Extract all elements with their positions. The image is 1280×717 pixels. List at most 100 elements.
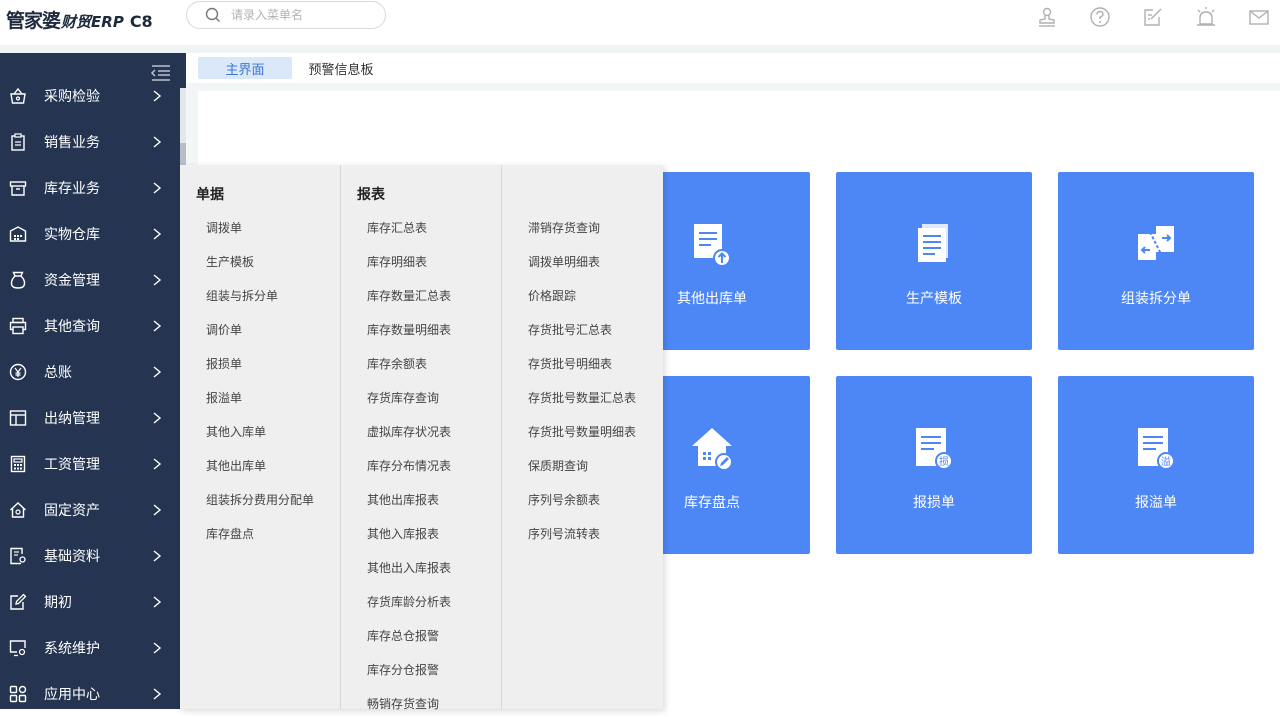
chevron-right-icon xyxy=(153,90,162,102)
menu-column-title: 单据 xyxy=(196,187,224,203)
edit-icon[interactable] xyxy=(1142,6,1164,28)
sidebar-item-purchase[interactable]: 采购检验 xyxy=(0,73,180,119)
sidebar-item-sales[interactable]: 销售业务 xyxy=(0,119,180,165)
doc-overflow-icon: 溢 xyxy=(1138,428,1175,470)
doc-upload-icon xyxy=(694,224,731,267)
tile-loss-report[interactable]: 损 报损单 xyxy=(836,376,1032,554)
menu-item[interactable]: 库存总仓报警 xyxy=(367,627,439,644)
menu-item[interactable]: 其他入库单 xyxy=(206,423,266,440)
sidebar-item-cashier[interactable]: 出纳管理 xyxy=(0,395,180,441)
monitor-settings-icon xyxy=(9,640,26,657)
menu-item[interactable]: 存货批号明细表 xyxy=(528,355,612,372)
menu-item[interactable]: 序列号流转表 xyxy=(528,525,600,542)
menu-item[interactable]: 存货批号汇总表 xyxy=(528,321,612,338)
menu-item[interactable]: 存货库存查询 xyxy=(367,389,439,406)
menu-item[interactable]: 报损单 xyxy=(206,355,242,372)
chevron-right-icon xyxy=(153,412,162,424)
sidebar-item-label: 工资管理 xyxy=(44,457,100,473)
edit-box-icon xyxy=(10,593,27,610)
menu-column-documents: 单据 调拨单 生产模板 组装与拆分单 调价单 报损单 报溢单 其他入库单 其他出… xyxy=(180,165,341,709)
help-icon[interactable] xyxy=(1089,6,1111,28)
search-icon xyxy=(205,7,220,22)
top-bar: 管家婆 财贸ERP C8 xyxy=(0,0,1280,45)
menu-item[interactable]: 组装拆分费用分配单 xyxy=(206,491,314,508)
sidebar-item-fixed-assets[interactable]: 固定资产 xyxy=(0,487,180,533)
warehouse-icon xyxy=(9,226,27,242)
menu-item[interactable]: 库存数量汇总表 xyxy=(367,287,451,304)
sidebar-item-warehouse[interactable]: 实物仓库 xyxy=(0,211,180,257)
chevron-right-icon xyxy=(153,504,162,516)
menu-item[interactable]: 报溢单 xyxy=(206,389,242,406)
menu-item[interactable]: 其他出入库报表 xyxy=(367,559,451,576)
menu-item[interactable]: 其他出库报表 xyxy=(367,491,439,508)
tile-overflow-report[interactable]: 溢 报溢单 xyxy=(1058,376,1254,554)
sidebar-item-other-query[interactable]: 其他查询 xyxy=(0,303,180,349)
app-logo: 管家婆 财贸ERP C8 xyxy=(6,6,153,32)
chevron-right-icon xyxy=(153,136,162,148)
sidebar-item-label: 采购检验 xyxy=(44,89,100,105)
sidebar-item-label: 出纳管理 xyxy=(44,411,100,427)
alarm-icon[interactable] xyxy=(1195,6,1217,28)
chevron-right-icon xyxy=(153,320,162,332)
tab-divider xyxy=(186,83,1280,91)
menu-item[interactable]: 其他入库报表 xyxy=(367,525,439,542)
menu-item[interactable]: 畅销存货查询 xyxy=(367,695,439,712)
menu-item[interactable]: 库存分布情况表 xyxy=(367,457,451,474)
menu-item[interactable]: 调拨单 xyxy=(206,219,242,236)
menu-item[interactable]: 库存盘点 xyxy=(206,525,254,542)
chevron-right-icon xyxy=(153,182,162,194)
sidebar: 采购检验 销售业务 库存业务 实物仓库 资金管理 其他查询 总账 出纳管理 工资 xyxy=(0,53,186,709)
sidebar-item-system-maintenance[interactable]: 系统维护 xyxy=(0,625,180,671)
menu-item[interactable]: 存货库龄分析表 xyxy=(367,593,451,610)
mail-icon[interactable] xyxy=(1248,6,1270,28)
search-input[interactable] xyxy=(231,8,371,22)
chevron-right-icon xyxy=(153,458,162,470)
tab-warning-board[interactable]: 预警信息板 xyxy=(298,57,384,79)
sidebar-item-inventory[interactable]: 库存业务 xyxy=(0,165,180,211)
menu-item[interactable]: 调价单 xyxy=(206,321,242,338)
menu-item[interactable]: 存货批号数量明细表 xyxy=(528,423,636,440)
tile-label: 报损单 xyxy=(913,495,955,511)
logo-product: 财贸ERP xyxy=(61,13,124,31)
sidebar-item-label: 资金管理 xyxy=(44,273,100,289)
menu-item[interactable]: 库存明细表 xyxy=(367,253,427,270)
sidebar-item-payroll[interactable]: 工资管理 xyxy=(0,441,180,487)
menu-item[interactable]: 库存数量明细表 xyxy=(367,321,451,338)
sidebar-item-label: 其他查询 xyxy=(44,319,100,335)
menu-item[interactable]: 组装与拆分单 xyxy=(206,287,278,304)
calculator-icon xyxy=(10,455,26,473)
menu-item[interactable]: 存货批号数量汇总表 xyxy=(528,389,636,406)
logo-brand: 管家婆 xyxy=(6,10,61,32)
sidebar-item-opening[interactable]: 期初 xyxy=(0,579,180,625)
sidebar-item-ledger[interactable]: 总账 xyxy=(0,349,180,395)
sidebar-item-label: 系统维护 xyxy=(44,641,100,657)
menu-item[interactable]: 其他出库单 xyxy=(206,457,266,474)
menu-column-reports-more: 滞销存货查询 调拨单明细表 价格跟踪 存货批号汇总表 存货批号明细表 存货批号数… xyxy=(502,165,663,709)
menu-item[interactable]: 库存分仓报警 xyxy=(367,661,439,678)
menu-item[interactable]: 库存汇总表 xyxy=(367,219,427,236)
menu-item[interactable]: 虚拟库存状况表 xyxy=(367,423,451,440)
menu-search[interactable] xyxy=(186,1,386,29)
menu-item[interactable]: 序列号余额表 xyxy=(528,491,600,508)
sidebar-item-app-center[interactable]: 应用中心 xyxy=(0,671,180,717)
house-edit-icon xyxy=(692,428,733,471)
house-icon xyxy=(10,502,26,518)
sidebar-item-label: 总账 xyxy=(44,365,72,381)
menu-item[interactable]: 保质期查询 xyxy=(528,457,588,474)
menu-item[interactable]: 调拨单明细表 xyxy=(528,253,600,270)
tile-assembly-split[interactable]: 组装拆分单 xyxy=(1058,172,1254,350)
sidebar-item-funds[interactable]: 资金管理 xyxy=(0,257,180,303)
stamp-icon[interactable] xyxy=(1036,6,1058,28)
doc-stack-icon xyxy=(918,224,948,262)
menu-item[interactable]: 价格跟踪 xyxy=(528,287,576,304)
menu-item[interactable]: 滞销存货查询 xyxy=(528,219,600,236)
sidebar-item-label: 基础资料 xyxy=(44,549,100,565)
menu-item[interactable]: 库存余额表 xyxy=(367,355,427,372)
tile-production-template[interactable]: 生产模板 xyxy=(836,172,1032,350)
menu-item[interactable]: 生产模板 xyxy=(206,253,254,270)
tab-main[interactable]: 主界面 xyxy=(198,57,292,79)
sidebar-item-basic-data[interactable]: 基础资料 xyxy=(0,533,180,579)
tile-label: 组装拆分单 xyxy=(1121,291,1191,307)
chevron-right-icon xyxy=(153,550,162,562)
chevron-right-icon xyxy=(153,274,162,286)
